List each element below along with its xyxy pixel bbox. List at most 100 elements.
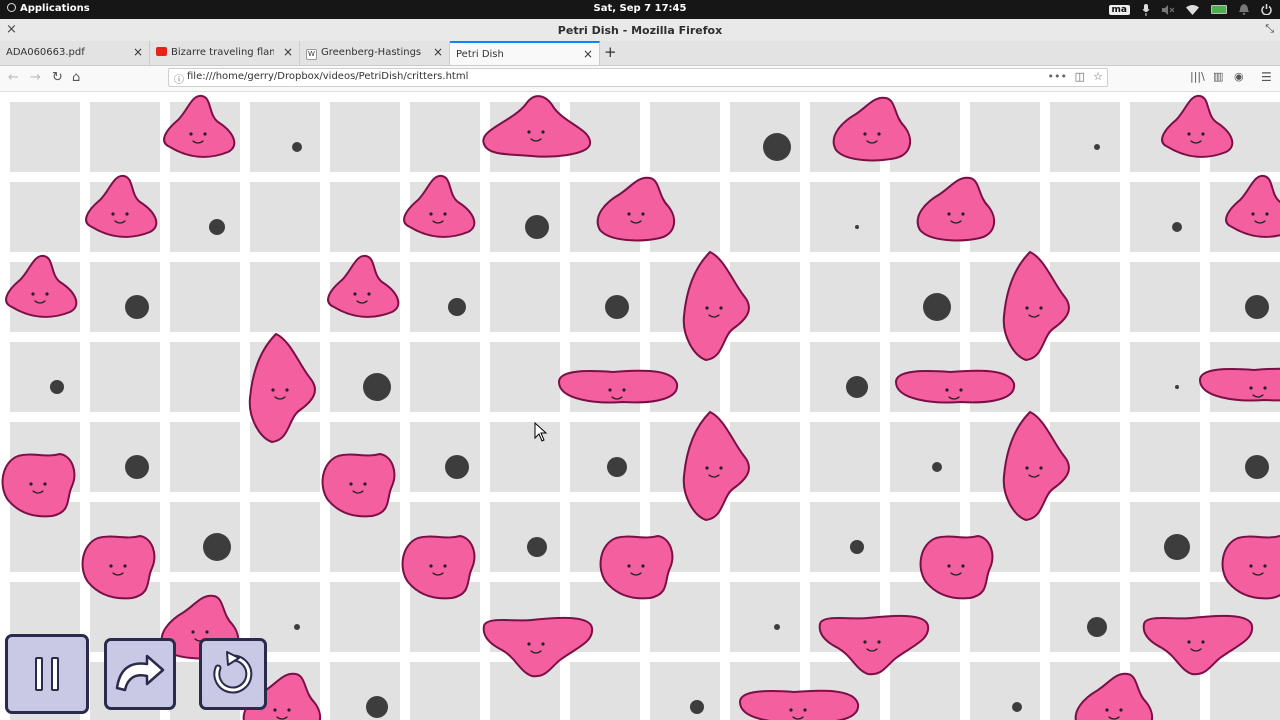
dot <box>763 133 791 161</box>
cell <box>330 182 400 252</box>
dot <box>527 537 547 557</box>
close-tab-icon[interactable]: × <box>433 45 443 59</box>
cell <box>410 102 480 172</box>
menu-icon[interactable]: ☰ <box>1261 70 1272 84</box>
url-input[interactable] <box>187 71 887 82</box>
system-top-bar: Applications Sat, Sep 7 17:45 ma <box>0 0 1280 19</box>
pocket-icon[interactable]: ◫ <box>1075 70 1085 83</box>
critter <box>557 369 679 404</box>
cell <box>570 422 640 492</box>
reload-icon[interactable]: ↻ <box>52 70 63 85</box>
sidebar-icon[interactable]: ▥ <box>1213 70 1223 83</box>
cell <box>170 342 240 412</box>
cell <box>170 422 240 492</box>
dot <box>932 462 942 472</box>
home-icon[interactable]: ⌂ <box>72 70 80 85</box>
cell <box>1130 262 1200 332</box>
cell <box>410 662 480 720</box>
petri-dish-canvas[interactable] <box>0 92 1280 720</box>
cell <box>10 342 80 412</box>
cell <box>730 502 800 572</box>
step-button[interactable] <box>104 638 176 710</box>
cell <box>570 662 640 720</box>
cell <box>90 102 160 172</box>
tab-label: Bizarre traveling flame disco <box>171 47 274 58</box>
cell <box>1050 342 1120 412</box>
clock[interactable]: Sat, Sep 7 17:45 <box>0 3 1280 14</box>
cell <box>490 502 560 572</box>
cell <box>1130 182 1200 252</box>
tab-pdf[interactable]: ADA060663.pdf × <box>0 41 150 65</box>
dot <box>774 624 780 630</box>
dot <box>203 533 231 561</box>
cell <box>1050 102 1120 172</box>
cell <box>730 582 800 652</box>
back-icon[interactable]: ← <box>8 70 19 85</box>
microphone-icon[interactable] <box>1142 3 1150 16</box>
cell <box>1210 662 1280 720</box>
cell <box>810 422 880 492</box>
cell <box>730 182 800 252</box>
cell <box>890 262 960 332</box>
cell <box>490 422 560 492</box>
close-tab-icon[interactable]: × <box>283 45 293 59</box>
navigation-bar: ← → ↻ ⌂ ⓘ ••• ◫ ☆ |||\ ▥ ◉ ☰ <box>0 66 1280 92</box>
pause-button[interactable] <box>5 634 89 714</box>
battery-icon[interactable] <box>1211 5 1227 14</box>
cell <box>1050 502 1120 572</box>
cell <box>1130 502 1200 572</box>
power-icon[interactable] <box>1261 4 1272 15</box>
tab-label: Greenberg-Hastings cellular <box>321 47 424 58</box>
close-tab-icon[interactable]: × <box>583 47 593 61</box>
window-restore-icon[interactable]: ⤡ <box>1265 22 1274 36</box>
redo-arrow-icon <box>115 654 165 692</box>
cell <box>1210 422 1280 492</box>
page-actions-icon[interactable]: ••• <box>1048 70 1067 83</box>
cell <box>170 502 240 572</box>
dot <box>607 457 627 477</box>
tab-youtube[interactable]: Bizarre traveling flame disco × <box>150 41 300 65</box>
dot <box>1087 617 1107 637</box>
cell <box>410 342 480 412</box>
bookmark-star-icon[interactable]: ☆ <box>1093 70 1103 83</box>
cell <box>250 502 320 572</box>
cell <box>730 102 800 172</box>
info-icon[interactable]: ⓘ <box>174 71 184 86</box>
cell <box>490 342 560 412</box>
dot <box>1172 222 1182 232</box>
dot <box>445 455 469 479</box>
dot <box>363 373 391 401</box>
tab-petri-dish[interactable]: Petri Dish × <box>450 41 600 65</box>
reset-button[interactable] <box>199 638 267 710</box>
account-icon[interactable]: ◉ <box>1234 70 1244 83</box>
url-bar[interactable]: ⓘ ••• ◫ ☆ <box>168 68 1108 87</box>
cell <box>330 342 400 412</box>
cell <box>1130 342 1200 412</box>
close-tab-icon[interactable]: × <box>133 45 143 59</box>
cell <box>970 662 1040 720</box>
cell <box>330 102 400 172</box>
wifi-icon[interactable] <box>1186 4 1199 15</box>
dot <box>923 293 951 321</box>
tab-wikipedia[interactable]: W Greenberg-Hastings cellular × <box>300 41 450 65</box>
cell <box>570 262 640 332</box>
cell <box>10 102 80 172</box>
cell <box>90 422 160 492</box>
dot <box>125 455 149 479</box>
bell-icon[interactable] <box>1239 4 1249 15</box>
window-title: Petri Dish - Mozilla Firefox <box>557 24 723 37</box>
volume-muted-icon[interactable] <box>1162 4 1174 15</box>
wikipedia-icon: W <box>306 49 317 60</box>
new-tab-button[interactable]: + <box>604 43 617 61</box>
forward-icon[interactable]: → <box>30 70 41 85</box>
cell <box>330 662 400 720</box>
dot <box>292 142 302 152</box>
cell <box>650 102 720 172</box>
cell <box>90 262 160 332</box>
keyboard-layout-indicator[interactable]: ma <box>1108 4 1130 15</box>
cell <box>10 182 80 252</box>
dot <box>1245 455 1269 479</box>
cell <box>810 262 880 332</box>
library-icon[interactable]: |||\ <box>1190 70 1205 83</box>
cell <box>170 262 240 332</box>
